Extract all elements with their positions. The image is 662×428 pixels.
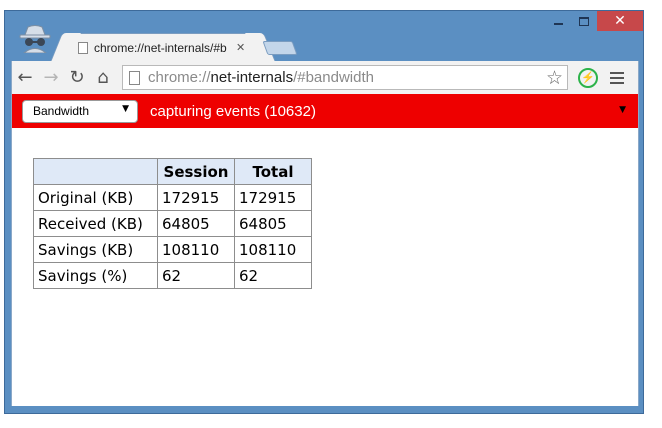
browser-toolbar: ← → ↻ ⌂ chrome://net-internals/#bandwidt… xyxy=(11,61,639,94)
table-cell: 62 xyxy=(234,262,312,289)
table-row: Original (KB) 172915 172915 xyxy=(33,184,312,211)
table-header-cell: Total xyxy=(234,158,312,185)
table-cell: 172915 xyxy=(234,184,312,211)
page-content: Bandwidth ▼ capturing events (10632) ▼ S… xyxy=(11,94,639,406)
url-path: /#bandwidth xyxy=(293,69,374,86)
bandwidth-table: Session Total Original (KB) 172915 17291… xyxy=(33,158,312,289)
reload-button[interactable]: ↻ xyxy=(64,65,90,91)
table-row: Savings (%) 62 62 xyxy=(33,262,312,289)
table-cell: Savings (%) xyxy=(33,262,158,289)
status-bar: Bandwidth ▼ capturing events (10632) ▼ xyxy=(12,94,638,128)
close-window-button[interactable]: ✕ xyxy=(597,11,643,31)
table-cell: Received (KB) xyxy=(33,210,158,237)
menu-icon[interactable] xyxy=(610,71,624,84)
address-bar[interactable]: chrome://net-internals/#bandwidth ☆ xyxy=(122,65,568,90)
table-cell: 108110 xyxy=(157,236,235,263)
maximize-icon xyxy=(579,16,589,26)
status-menu-arrow-icon[interactable]: ▼ xyxy=(619,105,626,115)
home-button[interactable]: ⌂ xyxy=(90,65,116,91)
incognito-icon xyxy=(19,25,51,53)
maximize-button[interactable] xyxy=(571,11,597,31)
table-cell: 62 xyxy=(157,262,235,289)
page-icon xyxy=(129,70,140,85)
table-header-cell xyxy=(33,158,158,185)
window-bottom-frame xyxy=(11,406,639,412)
extension-lightning-icon[interactable]: ⚡ xyxy=(578,67,598,88)
table-cell: 64805 xyxy=(157,210,235,237)
tab-net-internals[interactable]: chrome://net-internals/#b ✕ xyxy=(65,33,261,61)
view-select-dropdown[interactable]: Bandwidth ▼ xyxy=(22,99,138,123)
table-cell: 64805 xyxy=(234,210,312,237)
minimize-icon xyxy=(553,23,563,25)
forward-button[interactable]: → xyxy=(38,65,64,91)
minimize-button[interactable] xyxy=(545,11,571,31)
back-button[interactable]: ← xyxy=(12,65,38,91)
new-tab-button[interactable] xyxy=(262,41,298,55)
tab-title: chrome://net-internals/#b xyxy=(94,40,227,55)
table-header-cell: Session xyxy=(157,158,235,185)
window-controls: ✕ xyxy=(545,11,643,33)
url-text[interactable]: chrome://net-internals/#bandwidth xyxy=(148,69,374,86)
table-cell: Original (KB) xyxy=(33,184,158,211)
table-cell: 108110 xyxy=(234,236,312,263)
table-row: Received (KB) 64805 64805 xyxy=(33,210,312,237)
dropdown-arrow-icon: ▼ xyxy=(122,103,129,114)
url-scheme: chrome:// xyxy=(148,69,211,86)
bookmark-star-icon[interactable]: ☆ xyxy=(546,67,563,89)
url-host: net-internals xyxy=(210,69,294,86)
table-header-row: Session Total xyxy=(33,158,312,185)
table-row: Savings (KB) 108110 108110 xyxy=(33,236,312,263)
table-cell: 172915 xyxy=(157,184,235,211)
capture-status-text: capturing events (10632) xyxy=(150,102,316,120)
browser-window: ✕ chrome://net-internals/#b ✕ ← → ↻ ⌂ ch… xyxy=(4,10,644,414)
tab-close-icon[interactable]: ✕ xyxy=(236,41,245,54)
view-select-value: Bandwidth xyxy=(33,104,90,118)
table-cell: Savings (KB) xyxy=(33,236,158,263)
page-favicon-icon xyxy=(78,41,88,54)
